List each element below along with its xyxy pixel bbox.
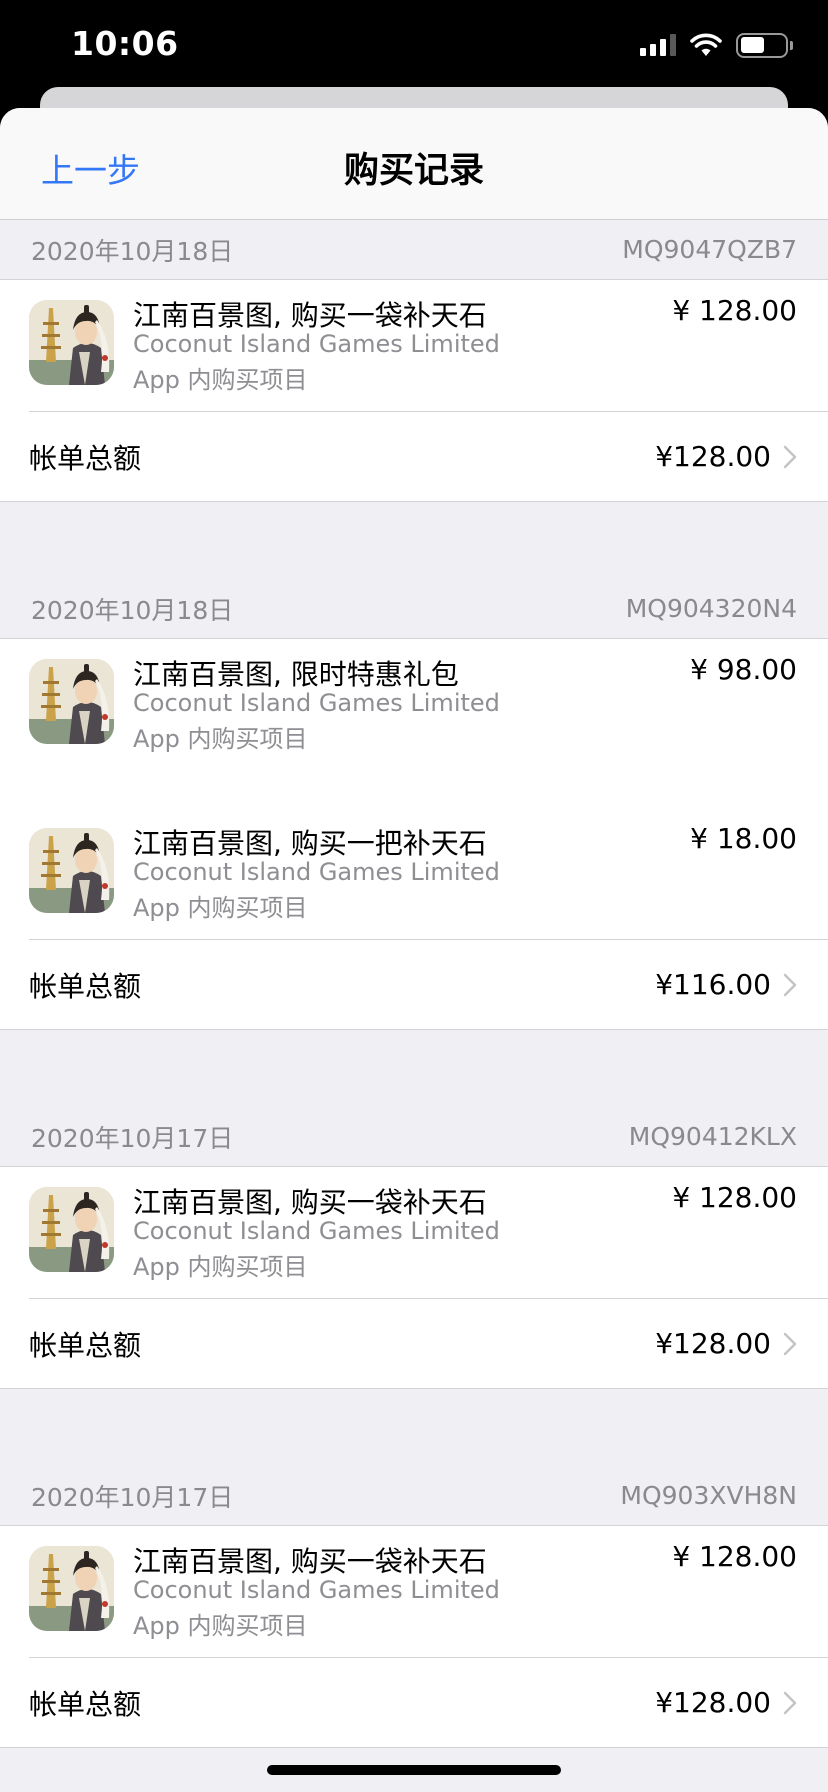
section-header: 2020年10月17日 MQ90412KLX	[0, 1107, 828, 1167]
bill-total-row[interactable]: 帐单总额 ¥128.00	[29, 1298, 828, 1388]
section-header: 2020年10月18日 MQ9047QZB7	[0, 220, 828, 280]
purchase-item[interactable]: 江南百景图, 购买一袋补天石 Coconut Island Games Limit…	[0, 1526, 828, 1657]
total-right: ¥128.00	[655, 440, 797, 473]
purchase-item[interactable]: 江南百景图, 购买一袋补天石 Coconut Island Games Limit…	[0, 280, 828, 411]
purchase-item[interactable]: 江南百景图, 购买一把补天石 Coconut Island Games Limit…	[0, 808, 828, 939]
section-header: 2020年10月18日 MQ904320N4	[0, 579, 828, 639]
order-date: 2020年10月17日	[31, 1123, 234, 1153]
item-title: 江南百景图, 购买一袋补天石	[133, 1186, 487, 1219]
item-price: ¥ 128.00	[672, 1540, 797, 1573]
page-title: 购买记录	[343, 151, 484, 191]
item-type: App 内购买项目	[133, 894, 308, 922]
home-indicator[interactable]	[267, 1765, 561, 1775]
item-title: 江南百景图, 购买一袋补天石	[133, 299, 487, 332]
app-icon	[29, 1546, 114, 1631]
status-icons	[640, 32, 793, 58]
item-title: 江南百景图, 购买一把补天石	[133, 827, 487, 860]
bill-total-row[interactable]: 帐单总额 ¥116.00	[29, 939, 828, 1029]
app-icon	[29, 659, 114, 744]
purchase-item[interactable]: 江南百景图, 限时特惠礼包 Coconut Island Games Limite…	[0, 639, 828, 808]
total-label: 帐单总额	[29, 441, 142, 475]
total-amount: ¥128.00	[655, 1327, 771, 1360]
item-type: App 内购买项目	[133, 366, 308, 394]
purchase-list: 2020年10月18日 MQ9047QZB7 江南百景图, 购买一袋补天石 Cocon…	[0, 220, 828, 1748]
order-id: MQ90412KLX	[628, 1122, 797, 1151]
app-icon	[29, 300, 114, 385]
chevron-right-icon	[783, 1332, 797, 1355]
total-amount: ¥116.00	[655, 968, 771, 1001]
total-right: ¥116.00	[655, 968, 797, 1001]
battery-icon	[736, 32, 793, 58]
purchase-item[interactable]: 江南百景图, 购买一袋补天石 Coconut Island Games Limit…	[0, 1167, 828, 1298]
section-body: 江南百景图, 购买一袋补天石 Coconut Island Games Limit…	[0, 1167, 828, 1389]
item-type: App 内购买项目	[133, 1253, 308, 1281]
section-body: 江南百景图, 购买一袋补天石 Coconut Island Games Limit…	[0, 280, 828, 502]
item-developer: Coconut Island Games Limited	[133, 689, 500, 717]
item-price: ¥ 98.00	[690, 653, 797, 686]
bill-total-row[interactable]: 帐单总额 ¥128.00	[29, 411, 828, 501]
purchase-section: 2020年10月18日 MQ9047QZB7 江南百景图, 购买一袋补天石 Cocon…	[0, 220, 828, 502]
bill-total-row[interactable]: 帐单总额 ¥128.00	[29, 1657, 828, 1747]
purchase-section: 2020年10月17日 MQ90412KLX 江南百景图, 购买一袋补天石 Cocon…	[0, 1030, 828, 1389]
order-date: 2020年10月18日	[31, 236, 234, 266]
item-developer: Coconut Island Games Limited	[133, 330, 500, 358]
purchase-section: 2020年10月17日 MQ903XVH8N 江南百景图, 购买一袋补天石 Cocon…	[0, 1389, 828, 1748]
total-label: 帐单总额	[29, 1687, 142, 1721]
chevron-right-icon	[783, 1691, 797, 1714]
chevron-right-icon	[783, 445, 797, 468]
status-time: 10:06	[71, 24, 179, 63]
cellular-signal-icon	[640, 34, 676, 56]
section-body: 江南百景图, 限时特惠礼包 Coconut Island Games Limite…	[0, 639, 828, 1030]
wifi-icon	[690, 33, 722, 56]
item-price: ¥ 18.00	[690, 822, 797, 855]
section-body: 江南百景图, 购买一袋补天石 Coconut Island Games Limit…	[0, 1526, 828, 1748]
navigation-bar: 上一步 购买记录	[0, 108, 828, 220]
item-type: App 内购买项目	[133, 1612, 308, 1640]
purchase-history-sheet: 上一步 购买记录 2020年10月18日 MQ9047QZB7 江南百景图, 购买一…	[0, 108, 828, 1792]
item-title: 江南百景图, 购买一袋补天石	[133, 1545, 487, 1578]
section-header: 2020年10月17日 MQ903XVH8N	[0, 1466, 828, 1526]
app-icon	[29, 828, 114, 913]
total-amount: ¥128.00	[655, 440, 771, 473]
order-date: 2020年10月18日	[31, 595, 234, 625]
total-label: 帐单总额	[29, 1328, 142, 1362]
total-label: 帐单总额	[29, 969, 142, 1003]
item-developer: Coconut Island Games Limited	[133, 858, 500, 886]
order-id: MQ903XVH8N	[620, 1481, 797, 1510]
item-title: 江南百景图, 限时特惠礼包	[133, 658, 459, 691]
item-developer: Coconut Island Games Limited	[133, 1217, 500, 1245]
total-amount: ¥128.00	[655, 1686, 771, 1719]
item-price: ¥ 128.00	[672, 1181, 797, 1214]
app-icon	[29, 1187, 114, 1272]
order-date: 2020年10月17日	[31, 1482, 234, 1512]
total-right: ¥128.00	[655, 1686, 797, 1719]
order-id: MQ904320N4	[625, 594, 797, 623]
item-type: App 内购买项目	[133, 725, 308, 753]
total-right: ¥128.00	[655, 1327, 797, 1360]
item-developer: Coconut Island Games Limited	[133, 1576, 500, 1604]
status-bar: 10:06	[0, 0, 828, 92]
order-id: MQ9047QZB7	[622, 235, 797, 264]
item-price: ¥ 128.00	[672, 294, 797, 327]
purchase-section: 2020年10月18日 MQ904320N4 江南百景图, 限时特惠礼包 Coconu…	[0, 502, 828, 1030]
chevron-right-icon	[783, 973, 797, 996]
